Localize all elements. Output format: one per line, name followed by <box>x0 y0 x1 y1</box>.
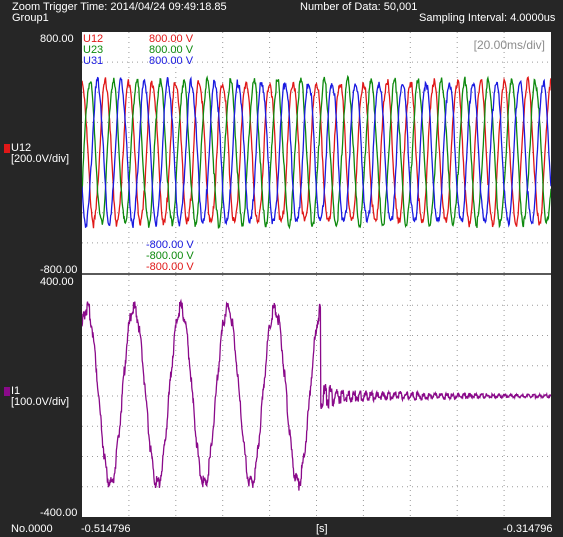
x-end-label: -0.314796 <box>503 523 553 535</box>
voltage-plot-svg <box>82 32 551 273</box>
voltage-plot[interactable]: [20.00ms/div] U12 U23 U31 800.00 V 800.0… <box>82 32 551 273</box>
group-label: Group1 <box>12 12 49 24</box>
legend-u12-min: -800.00 V <box>146 261 194 273</box>
data-count: Number of Data: 50,001 <box>300 1 418 13</box>
upper-ymax: 800.00 <box>40 33 74 45</box>
lower-ymin: -400.00 <box>40 507 78 519</box>
lower-channel-scale: [100.0V/div] <box>11 396 70 408</box>
legend-u31-max: 800.00 V <box>149 55 194 67</box>
lower-ymax: 400.00 <box>40 276 74 288</box>
i1-channel-marker <box>4 387 10 396</box>
current-plot-svg <box>82 275 551 517</box>
time-div-label: [20.00ms/div] <box>473 38 545 52</box>
record-number: No.0000 <box>11 523 53 535</box>
x-unit-label: [s] <box>316 523 328 535</box>
legend-u31-name: U31 <box>83 55 104 67</box>
u12-channel-marker <box>4 144 10 153</box>
x-start-label: -0.514796 <box>81 523 131 535</box>
current-plot[interactable] <box>82 275 551 517</box>
grid <box>82 32 551 273</box>
upper-ymin: -800.00 <box>40 264 78 276</box>
sampling-interval: Sampling Interval: 4.0000us <box>419 12 556 24</box>
upper-channel-scale: [200.0V/div] <box>11 153 70 165</box>
